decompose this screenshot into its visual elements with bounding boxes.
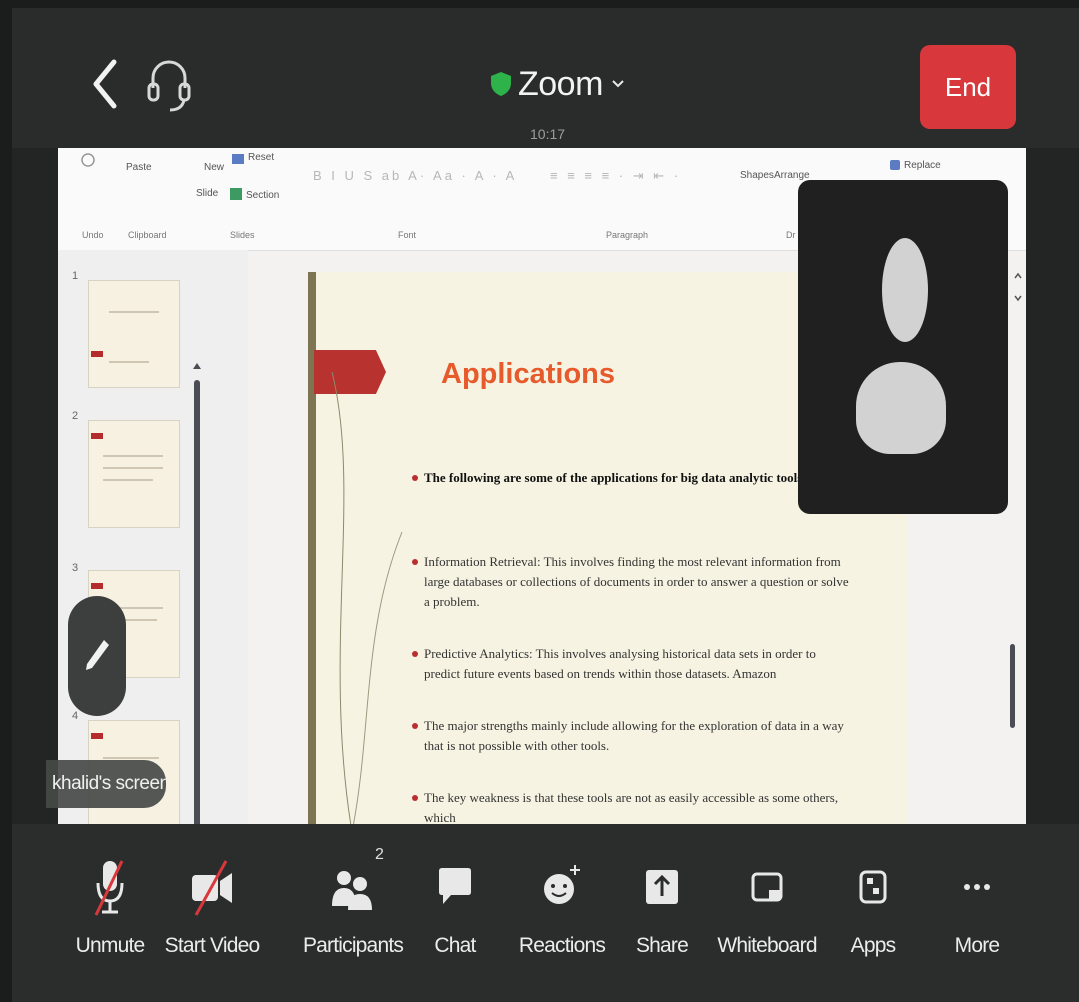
new-slide-label: New — [204, 162, 225, 173]
apps-label: Apps — [850, 934, 896, 957]
reset-label: Reset — [248, 152, 275, 163]
unmute-button[interactable]: Unmute — [76, 854, 145, 958]
thumbnail-number: 2 — [72, 410, 79, 422]
slide-bullet: Information Retrieval: This involves fin… — [412, 552, 854, 612]
slide-bullet: The key weakness is that these tools are… — [412, 788, 854, 824]
avatar-head — [882, 238, 928, 342]
end-button[interactable]: End — [920, 45, 1016, 129]
microphone-muted-icon — [94, 860, 124, 916]
chat-button[interactable]: Chat — [430, 854, 480, 958]
shapes-label: Shapes — [740, 170, 774, 181]
reset-icon — [232, 154, 244, 164]
section-icon — [230, 188, 242, 200]
participants-count-badge: 2 — [375, 846, 384, 863]
participants-label: Participants — [302, 934, 404, 957]
unmute-label: Unmute — [75, 934, 146, 957]
participants-icon — [332, 871, 372, 910]
apps-button[interactable]: Apps — [848, 854, 898, 958]
slide-bullet: Predictive Analytics: This involves anal… — [412, 644, 854, 684]
whiteboard-button[interactable]: Whiteboard — [717, 854, 818, 958]
reactions-label: Reactions — [518, 934, 606, 957]
meeting-time: 10:17 — [530, 126, 566, 142]
chat-bubble-icon — [439, 868, 471, 904]
whiteboard-icon — [751, 872, 783, 902]
slide-bullet: The following are some of the applicatio… — [412, 468, 854, 488]
slide-decoration-curves — [331, 372, 403, 824]
replace-icon — [890, 160, 900, 170]
top-bar: Zoom 10:17 End — [12, 8, 1079, 148]
arrange-label: Arrange — [774, 170, 810, 181]
back-icon[interactable] — [90, 56, 120, 112]
thumbnail-scrollbar[interactable] — [194, 380, 200, 824]
share-button[interactable]: Share — [632, 854, 692, 958]
app-title: Zoom — [518, 64, 603, 103]
reactions-button[interactable]: Reactions — [519, 854, 606, 958]
chevron-down-icon — [612, 80, 624, 88]
more-label: More — [954, 934, 1000, 957]
headset-icon[interactable] — [146, 54, 192, 114]
avatar-body — [856, 362, 946, 454]
slide-thumbnails-panel: 1 2 3 4 — [58, 250, 248, 824]
scroll-up-arrow-icon[interactable] — [193, 363, 201, 369]
meeting-toolbar: Unmute Start Video Participants Chat Rea… — [12, 824, 1079, 1002]
slide-bullet: The major strengths mainly include allow… — [412, 716, 854, 756]
slide-scrollbar[interactable] — [1010, 644, 1015, 728]
undo-icon — [81, 153, 95, 167]
font-tools: B I U S ab A· Aa · A · A — [313, 168, 518, 183]
more-dots-icon — [964, 884, 990, 890]
apps-icon — [859, 870, 887, 904]
group-font: Font — [398, 230, 417, 240]
slide-title: Applications — [441, 358, 616, 390]
group-drawing: Dr — [786, 230, 796, 240]
group-undo: Undo — [82, 230, 104, 240]
share-label: Share — [635, 934, 689, 957]
slide-thumbnail[interactable] — [88, 420, 180, 528]
section-label: Section — [246, 190, 280, 201]
group-paragraph: Paragraph — [606, 230, 649, 240]
thumbnail-number: 3 — [72, 562, 79, 574]
participants-button[interactable]: Participants — [303, 854, 404, 958]
video-camera-off-icon — [192, 860, 232, 916]
whiteboard-label: Whiteboard — [717, 934, 817, 957]
group-slides: Slides — [230, 230, 255, 240]
shield-icon — [491, 72, 511, 96]
thumbnail-number: 4 — [72, 710, 79, 722]
zoom-meeting-window: Zoom 10:17 End Paste New Slide Reset Sec… — [12, 8, 1079, 1002]
replace-label: Replace — [904, 160, 941, 171]
annotate-button[interactable] — [68, 596, 126, 716]
screen-owner-label: khalid's screen — [46, 760, 166, 808]
start-video-button[interactable]: Start Video — [165, 854, 260, 958]
meeting-title-dropdown[interactable]: Zoom — [490, 64, 625, 104]
slide-thumbnail[interactable] — [88, 280, 180, 388]
smiley-plus-icon — [544, 865, 580, 904]
self-video-tile[interactable] — [798, 180, 1008, 514]
start-video-label: Start Video — [164, 934, 261, 957]
scroll-arrow-icon[interactable] — [1014, 272, 1022, 302]
paste-label: Paste — [126, 162, 152, 173]
thumbnail-number: 1 — [72, 270, 79, 282]
pencil-icon — [86, 640, 109, 670]
more-button[interactable]: More — [952, 854, 1002, 958]
group-clipboard: Clipboard — [128, 230, 167, 240]
slide-label: Slide — [196, 188, 219, 199]
chat-label: Chat — [434, 934, 476, 957]
share-upload-icon — [646, 870, 678, 904]
paragraph-tools: ≡ ≡ ≡ ≡ · ⇥ ⇤ · — [550, 168, 682, 183]
